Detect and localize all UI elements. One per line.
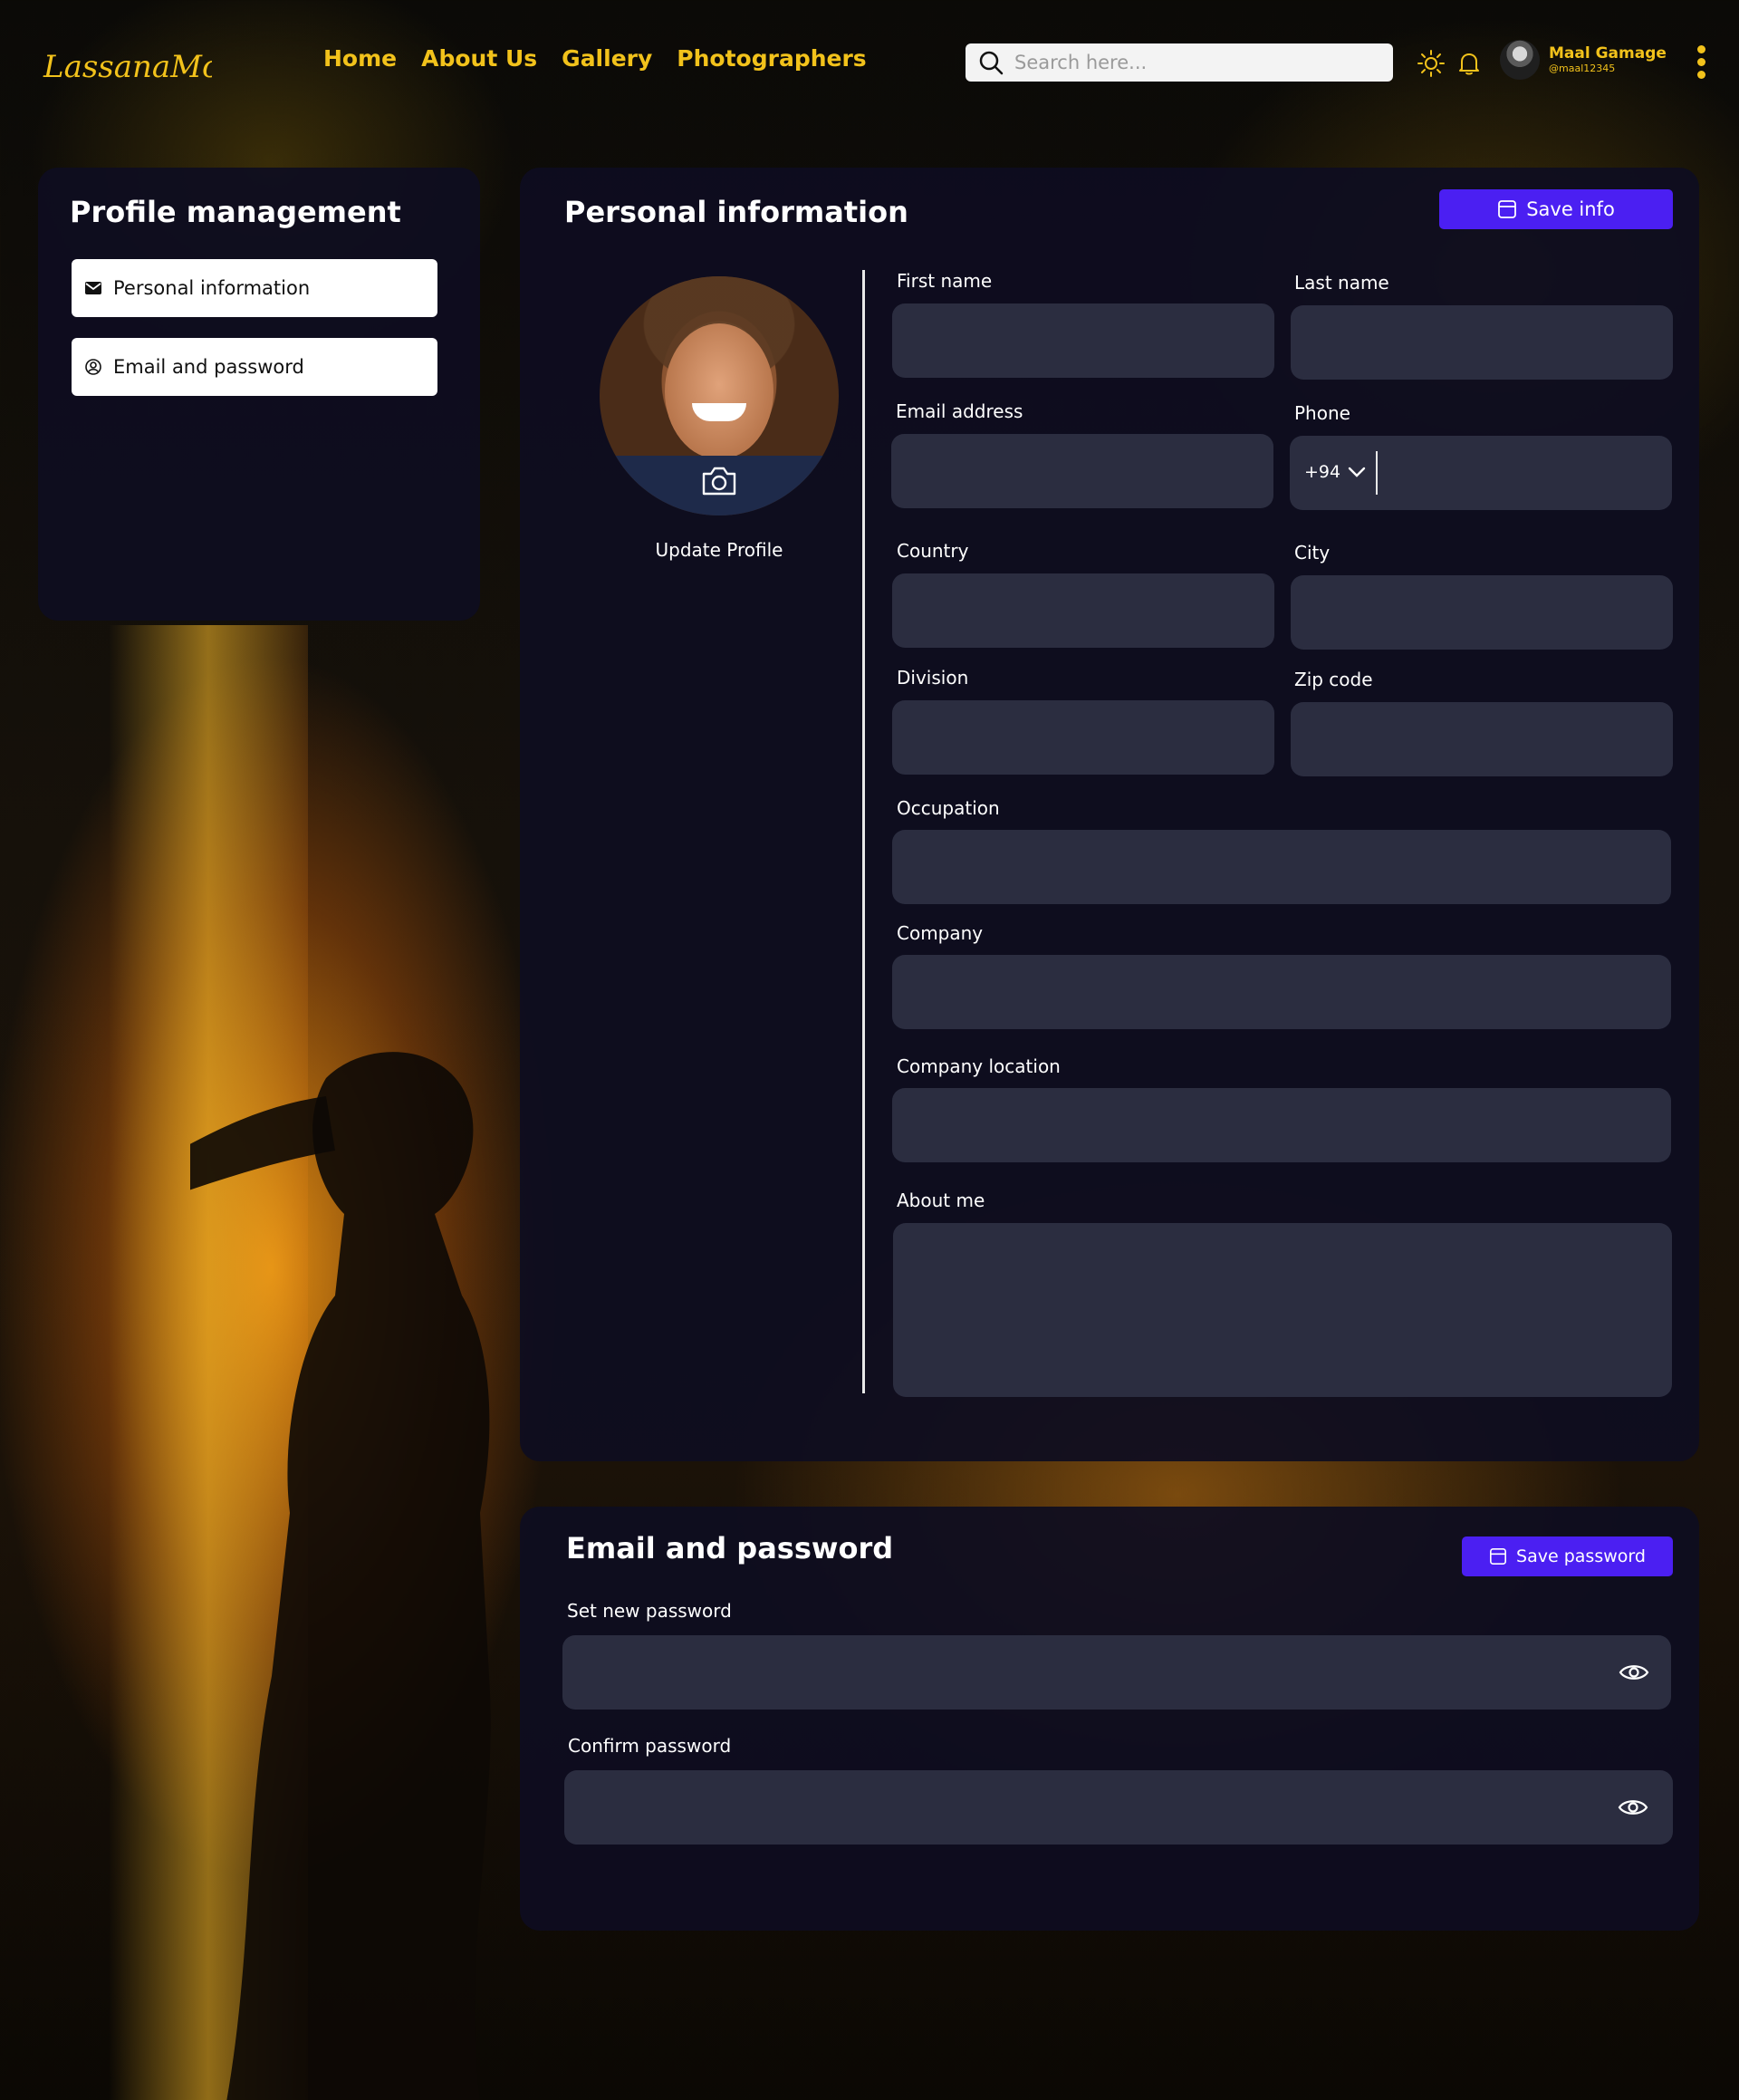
top-navbar: LassanaMomentz Home About Us Gallery Pho…	[0, 0, 1739, 127]
company-location-label: Company location	[897, 1055, 1061, 1077]
nav-link-photographers[interactable]: Photographers	[677, 45, 866, 72]
occupation-label: Occupation	[897, 797, 1000, 819]
confirm-password-field[interactable]	[564, 1770, 1673, 1845]
update-profile-link[interactable]: Update Profile	[600, 539, 839, 561]
background-light-glow	[109, 625, 308, 2100]
personal-information-title: Personal information	[564, 195, 908, 229]
search-icon[interactable]	[978, 50, 1004, 75]
brand-logo[interactable]: LassanaMomentz	[40, 27, 212, 109]
nav-link-gallery[interactable]: Gallery	[562, 45, 652, 72]
sidebar-title: Profile management	[70, 195, 401, 229]
email-address-label: Email address	[896, 400, 1023, 422]
sidebar-item-personal-information[interactable]: Personal information	[72, 259, 437, 317]
sidebar-item-label: Email and password	[113, 356, 304, 378]
user-name: Maal Gamage	[1549, 44, 1667, 63]
eye-icon[interactable]	[1619, 1662, 1649, 1682]
save-icon	[1498, 200, 1517, 218]
save-info-button[interactable]: Save info	[1439, 189, 1673, 229]
zip-code-field[interactable]	[1291, 702, 1673, 776]
last-name-label: Last name	[1294, 272, 1389, 294]
bell-icon[interactable]	[1455, 49, 1484, 78]
sidebar-item-label: Personal information	[113, 277, 311, 299]
save-icon	[1490, 1548, 1507, 1565]
occupation-field[interactable]	[892, 830, 1671, 904]
about-me-textarea[interactable]	[893, 1223, 1672, 1397]
search-input[interactable]	[1014, 52, 1377, 73]
eye-icon[interactable]	[1618, 1797, 1648, 1817]
avatar	[1500, 40, 1540, 80]
nav-link-home[interactable]: Home	[323, 45, 397, 72]
profile-management-sidebar: Profile management Personal information …	[38, 168, 480, 621]
first-name-label: First name	[897, 270, 993, 292]
last-name-field[interactable]	[1291, 305, 1673, 380]
email-and-password-title: Email and password	[566, 1531, 894, 1565]
company-field[interactable]	[892, 955, 1671, 1029]
phone-separator	[1376, 451, 1378, 495]
user-circle-icon	[85, 359, 101, 375]
phone-label: Phone	[1294, 402, 1350, 424]
first-name-field[interactable]	[892, 303, 1274, 378]
email-and-password-panel: Email and password Save password Set new…	[520, 1507, 1699, 1931]
camera-icon	[702, 467, 736, 496]
more-vertical-icon[interactable]	[1692, 45, 1710, 83]
save-password-button[interactable]: Save password	[1462, 1536, 1673, 1576]
save-info-label: Save info	[1526, 198, 1615, 220]
personal-information-panel: Personal information Save info Update Pr…	[520, 168, 1699, 1461]
city-field[interactable]	[1291, 575, 1673, 650]
nav-link-about-us[interactable]: About Us	[421, 45, 537, 72]
new-password-label: Set new password	[567, 1600, 732, 1622]
about-me-label: About me	[897, 1190, 985, 1211]
mail-icon	[85, 282, 101, 294]
nav-links: Home About Us Gallery Photographers	[323, 45, 867, 72]
country-label: Country	[897, 540, 969, 562]
save-password-label: Save password	[1516, 1546, 1646, 1566]
division-label: Division	[897, 667, 969, 689]
logo-text: LassanaMomentz	[43, 49, 212, 85]
sun-icon[interactable]	[1417, 49, 1446, 78]
confirm-password-label: Confirm password	[568, 1735, 732, 1757]
phone-country-code: +94	[1304, 462, 1341, 482]
phone-country-code-select[interactable]: +94	[1304, 462, 1366, 482]
zip-code-label: Zip code	[1294, 669, 1373, 690]
search-bar	[966, 43, 1393, 82]
new-password-field[interactable]	[562, 1635, 1671, 1710]
email-address-field[interactable]	[891, 434, 1273, 508]
city-label: City	[1294, 542, 1331, 564]
sidebar-item-email-and-password[interactable]: Email and password	[72, 338, 437, 396]
company-label: Company	[897, 922, 984, 944]
chevron-down-icon	[1348, 467, 1366, 477]
country-field[interactable]	[892, 573, 1274, 648]
profile-photo	[600, 276, 839, 515]
division-field[interactable]	[892, 700, 1274, 775]
company-location-field[interactable]	[892, 1088, 1671, 1162]
user-handle: @maal12345	[1549, 63, 1616, 74]
vertical-divider	[862, 270, 865, 1393]
change-photo-overlay[interactable]	[600, 456, 839, 515]
user-profile-menu[interactable]: Maal Gamage @maal12345	[1500, 40, 1667, 80]
